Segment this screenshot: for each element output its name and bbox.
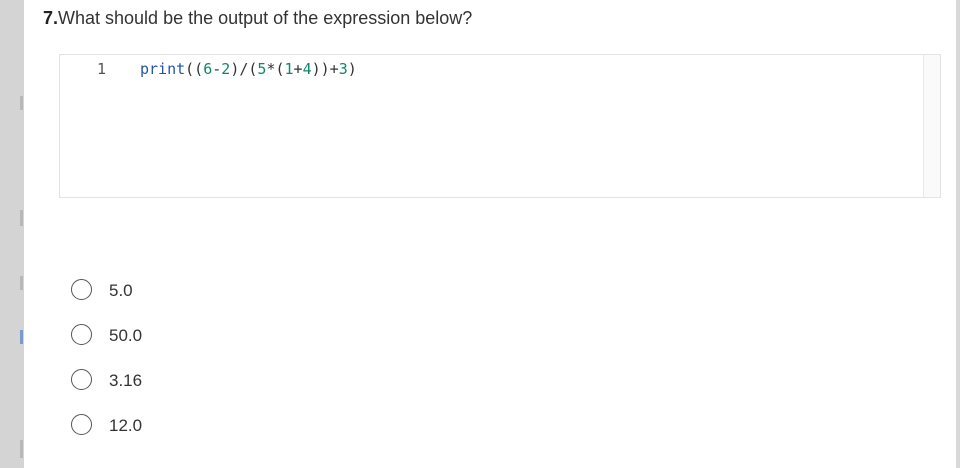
editor-scrollbar[interactable] [923,55,940,197]
code-token-punctuation: )/( [230,60,258,78]
answer-option-3[interactable]: 3.16 [70,368,270,394]
right-edge [956,0,960,468]
code-token-operator: ))+ [311,60,339,78]
answer-option-4[interactable]: 12.0 [70,413,270,439]
sidebar-edge-mark [20,210,23,226]
code-token-punctuation: (( [185,60,204,78]
code-token-operator: - [212,60,222,78]
option-label: 50.0 [109,326,143,345]
answer-option-1[interactable]: 5.0 [70,278,270,304]
code-token-number: 6 [203,60,213,78]
code-token-number: 1 [284,60,294,78]
code-token-number: 2 [221,60,231,78]
code-token-number: 3 [338,60,348,78]
code-token-keyword: print [140,60,186,78]
radio-button[interactable] [71,279,92,300]
code-token-number: 4 [302,60,312,78]
code-text: print((6-2)/(5*(1+4))+3) [140,59,357,79]
page: 7.What should be the output of the expre… [0,0,960,468]
question-text: What should be the output of the express… [58,8,473,28]
option-label: 5.0 [109,281,133,300]
option-label: 3.16 [109,371,143,390]
answer-option-2[interactable]: 50.0 [70,323,270,349]
line-number: 1 [96,60,106,78]
question-title: 7.What should be the output of the expre… [43,8,472,29]
question-panel: 7.What should be the output of the expre… [26,0,956,468]
code-token-operator: + [293,60,303,78]
radio-button[interactable] [71,414,92,435]
sidebar-edge-mark [20,330,23,344]
left-sidebar-edge [0,0,24,468]
option-label: 12.0 [109,416,143,435]
code-token-punctuation: ) [347,60,357,78]
sidebar-edge-mark [20,276,23,290]
sidebar-edge-mark [20,96,23,110]
question-number: 7. [43,8,59,28]
code-token-operator: *( [266,60,285,78]
code-line: 1 print((6-2)/(5*(1+4))+3) [60,59,357,79]
sidebar-edge-mark [20,440,23,458]
radio-button[interactable] [71,369,92,390]
radio-button[interactable] [71,324,92,345]
code-editor[interactable]: 1 print((6-2)/(5*(1+4))+3) [59,54,941,198]
